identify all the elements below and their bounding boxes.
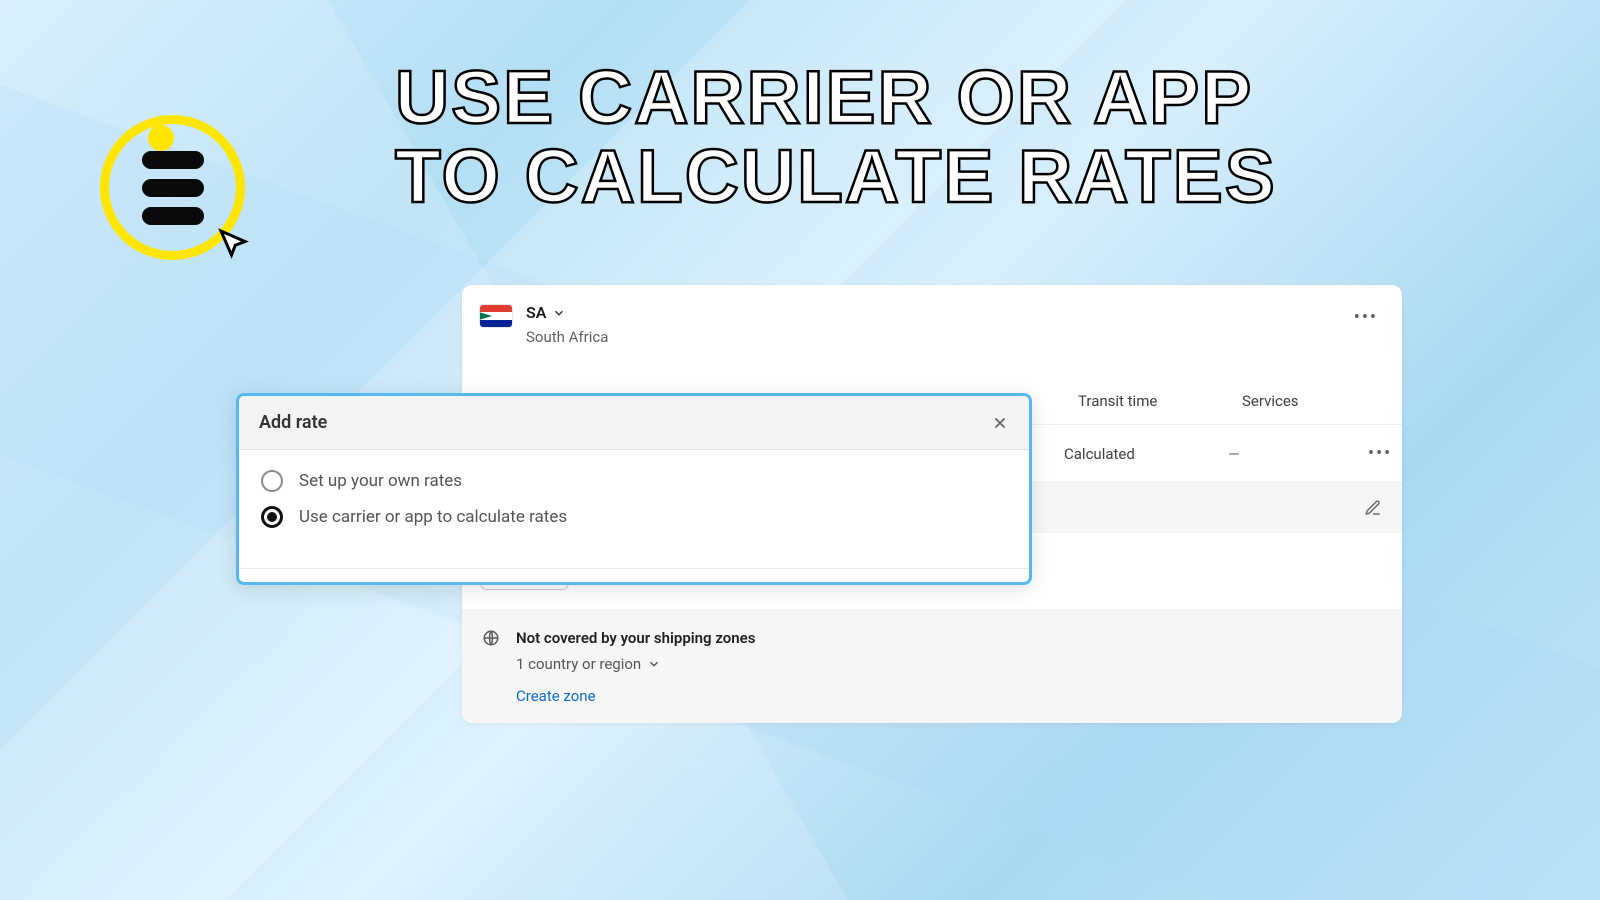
add-rate-modal: Add rate Set up your own rates Use carri…: [236, 393, 1032, 585]
flag-icon: [480, 305, 512, 327]
chevron-down-icon: [552, 306, 566, 320]
option-carrier-rates-label: Use carrier or app to calculate rates: [299, 507, 567, 527]
zone-country-name: South Africa: [526, 328, 608, 346]
brand-logo: [100, 115, 245, 260]
close-icon[interactable]: [991, 414, 1009, 432]
create-zone-link[interactable]: Create zone: [516, 687, 596, 705]
globe-icon: [482, 629, 500, 647]
cell-services: —: [1228, 445, 1338, 463]
col-services: Services: [1242, 392, 1382, 410]
row-actions-menu[interactable]: •••: [1362, 439, 1392, 468]
zone-header: SA South Africa •••: [462, 285, 1402, 370]
region-count-toggle[interactable]: 1 country or region: [516, 655, 1382, 673]
page-headline: USE CARRIER OR APP TO CALCULATE RATES: [395, 58, 1277, 216]
radio-icon: [261, 470, 283, 492]
not-covered-title: Not covered by your shipping zones: [516, 629, 755, 647]
cell-transit: Calculated: [1064, 445, 1204, 463]
zone-name-toggle[interactable]: SA: [526, 303, 608, 322]
option-own-rates-label: Set up your own rates: [299, 471, 462, 491]
zone-actions-menu[interactable]: •••: [1348, 303, 1384, 332]
radio-checked-icon: [261, 506, 283, 528]
col-transit-time: Transit time: [1078, 392, 1218, 410]
pencil-icon[interactable]: [1364, 499, 1382, 517]
modal-title: Add rate: [259, 412, 327, 433]
option-carrier-rates[interactable]: Use carrier or app to calculate rates: [261, 506, 1007, 528]
zone-code: SA: [526, 303, 546, 322]
region-count-text: 1 country or region: [516, 655, 641, 673]
cursor-icon: [215, 225, 251, 261]
uncovered-zones-footer: Not covered by your shipping zones 1 cou…: [462, 610, 1402, 723]
option-own-rates[interactable]: Set up your own rates: [261, 470, 1007, 492]
headline-line-2: TO CALCULATE RATES: [395, 137, 1277, 216]
chevron-down-icon: [647, 657, 661, 671]
headline-line-1: USE CARRIER OR APP: [395, 58, 1277, 137]
modal-header: Add rate: [239, 396, 1029, 450]
